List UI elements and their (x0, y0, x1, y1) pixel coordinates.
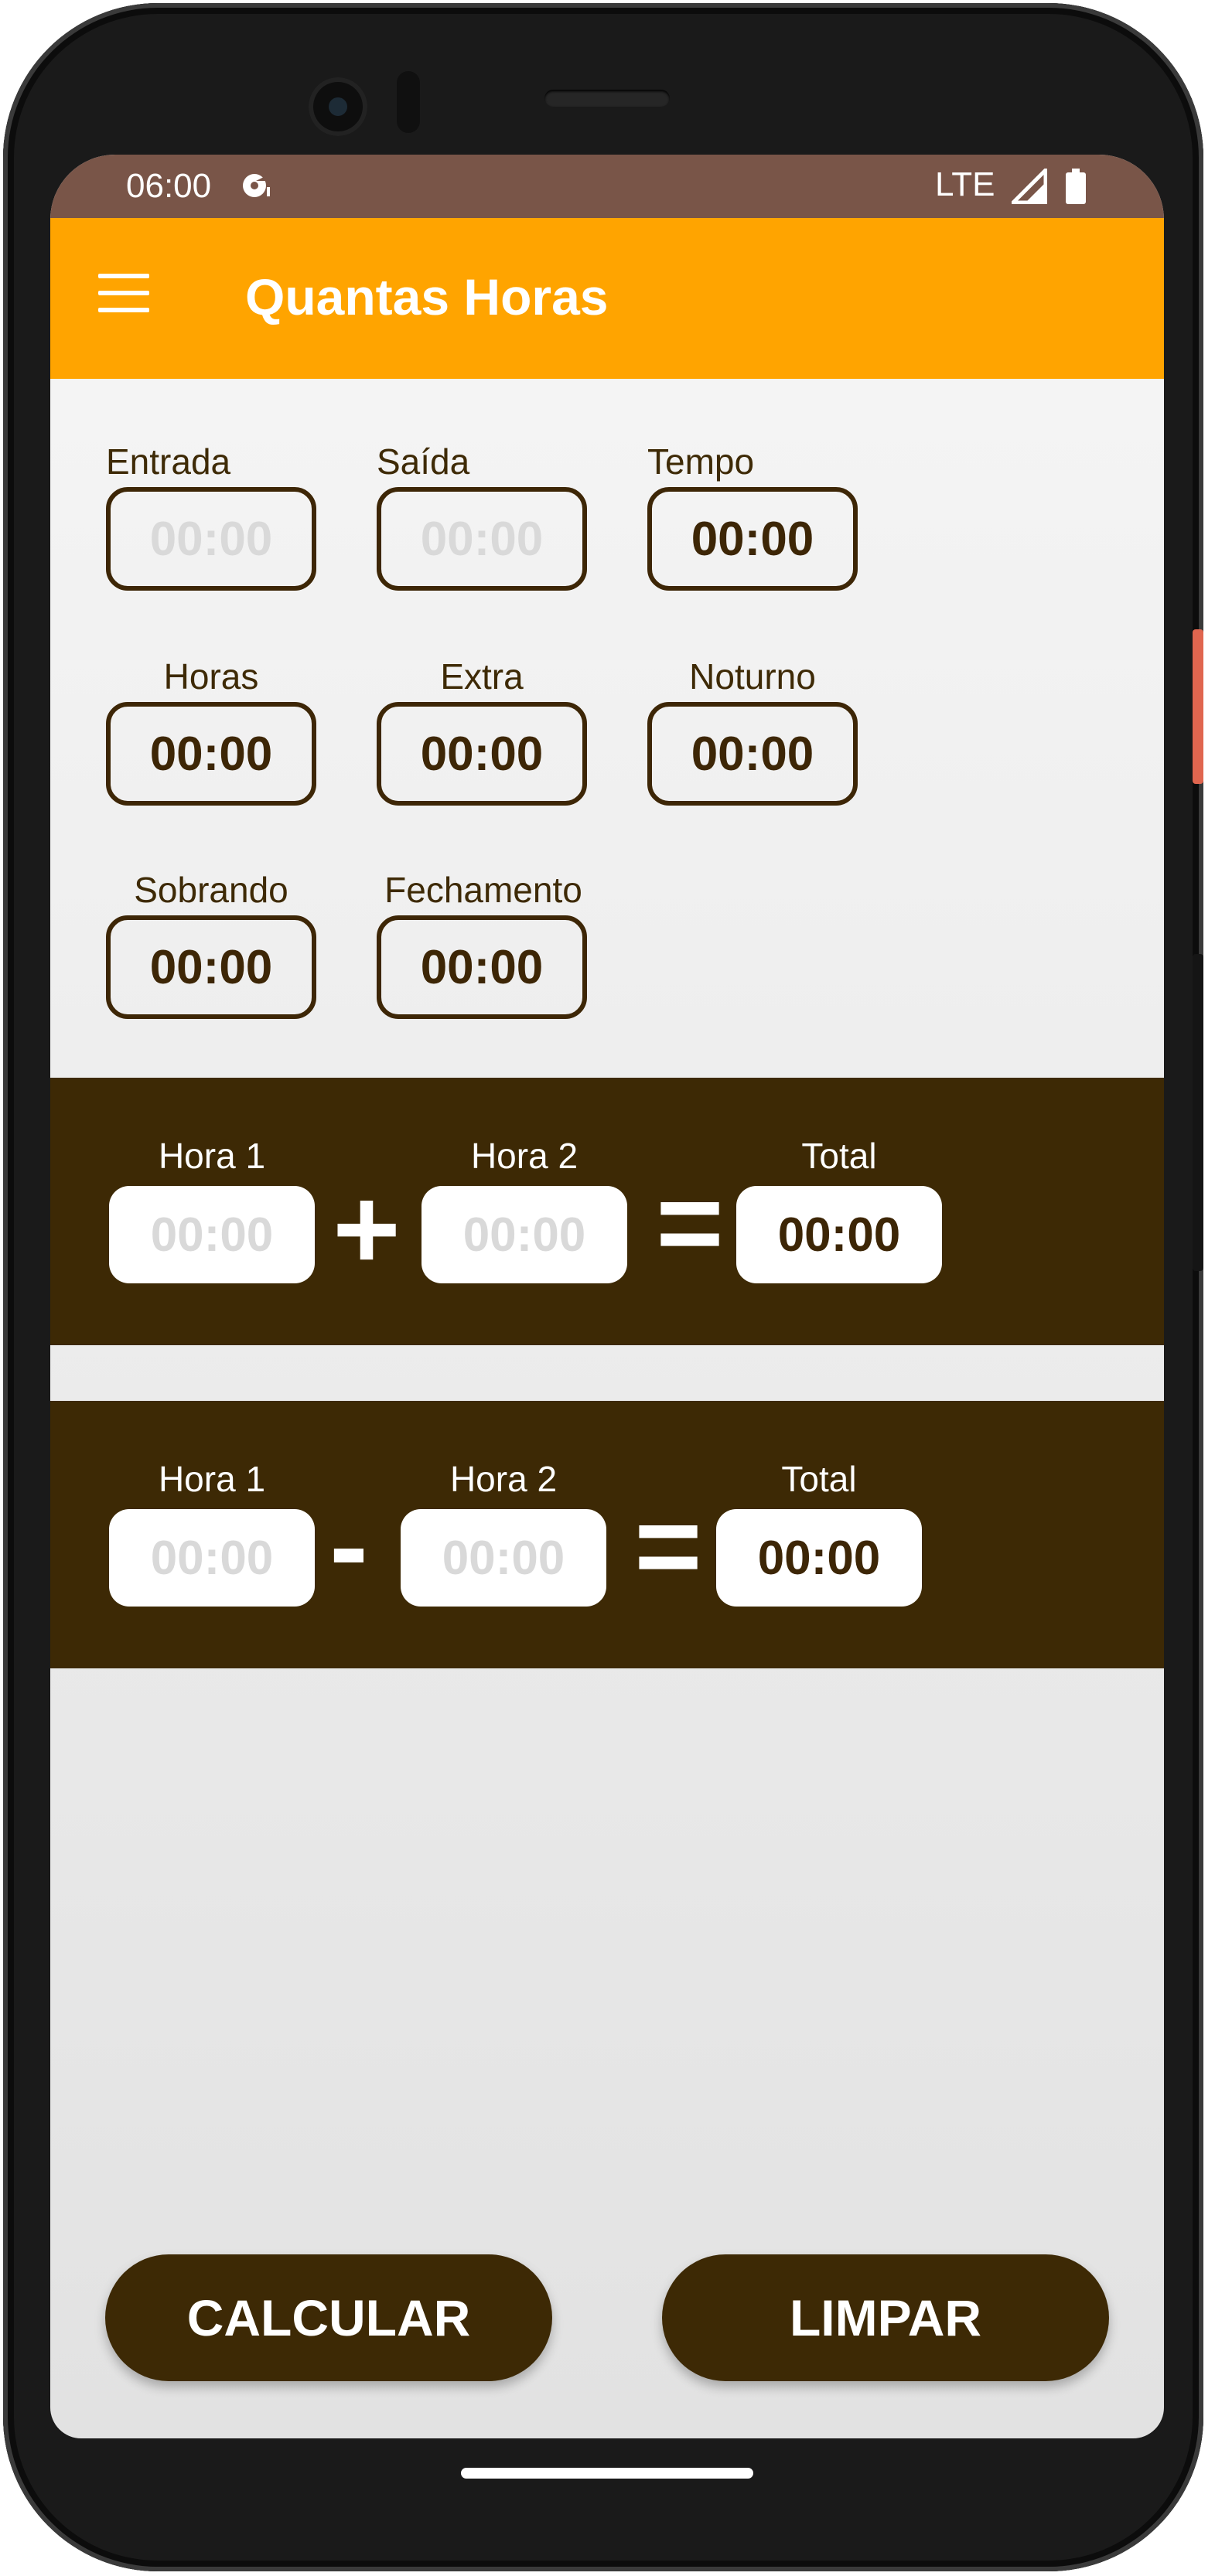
fechamento-label: Fechamento (384, 870, 582, 910)
diff-panel: Hora 1 00:00 - Hora 2 00:00 = Total 00:0… (50, 1401, 1164, 1668)
diff-hora2-label: Hora 2 (449, 1459, 558, 1499)
sobrando-label: Sobrando (134, 870, 288, 910)
tempo-label: Tempo (647, 441, 755, 482)
sum-panel: Hora 1 00:00 + Hora 2 00:00 = Total 00:0… (50, 1078, 1164, 1345)
extra-label: Extra (440, 656, 524, 697)
entrada-input[interactable]: 00:00 (106, 487, 316, 591)
power-button[interactable] (1193, 629, 1203, 784)
diff-equals-sign: = (634, 1481, 702, 1610)
limpar-button[interactable]: LIMPAR (662, 2254, 1109, 2381)
calcular-button[interactable]: CALCULAR (105, 2254, 552, 2381)
fechamento-value: 00:00 (377, 915, 587, 1019)
horas-value: 00:00 (106, 702, 316, 806)
plus-sign: + (333, 1164, 401, 1293)
volume-button[interactable] (1193, 954, 1203, 1271)
app-title: Quantas Horas (245, 268, 609, 325)
app-screen: 06:00 LTE Quantas Horas Entrada 00:00 Sa… (50, 155, 1164, 2438)
diff-total-label: Total (781, 1459, 857, 1499)
sum-total-value: 00:00 (736, 1186, 942, 1283)
saida-label: Saída (377, 441, 470, 482)
tempo-value: 00:00 (647, 487, 858, 591)
sum-hora1-input[interactable]: 00:00 (109, 1186, 315, 1283)
diff-hora1-label: Hora 1 (158, 1459, 266, 1499)
diff-hora2-input[interactable]: 00:00 (401, 1509, 606, 1607)
media-disc-icon (243, 174, 270, 197)
status-time: 06:00 (126, 167, 212, 205)
sum-equals-sign: = (656, 1157, 724, 1287)
noturno-label: Noturno (689, 656, 816, 697)
extra-value: 00:00 (377, 702, 587, 806)
entrada-label: Entrada (106, 441, 231, 482)
sum-hora2-input[interactable]: 00:00 (421, 1186, 627, 1283)
app-bar: Quantas Horas (50, 218, 1164, 379)
noturno-value: 00:00 (647, 702, 858, 806)
phone-frame: 06:00 LTE Quantas Horas Entrada 00:00 Sa… (3, 3, 1203, 2571)
earpiece-speaker (544, 90, 670, 107)
diff-total-value: 00:00 (716, 1509, 922, 1607)
sobrando-value: 00:00 (106, 915, 316, 1019)
network-type: LTE (935, 165, 995, 203)
signal-icon (1012, 169, 1047, 204)
minus-sign: - (329, 1481, 368, 1610)
menu-icon[interactable] (98, 274, 149, 312)
sum-total-label: Total (801, 1136, 877, 1176)
battery-icon (1066, 169, 1086, 204)
horas-label: Horas (163, 656, 259, 697)
status-bar: 06:00 LTE (50, 155, 1164, 218)
front-camera (309, 77, 367, 136)
diff-hora1-input[interactable]: 00:00 (109, 1509, 315, 1607)
home-gesture-bar[interactable] (461, 2468, 753, 2479)
proximity-sensor (397, 71, 420, 133)
saida-input[interactable]: 00:00 (377, 487, 587, 591)
sum-hora2-label: Hora 2 (470, 1136, 578, 1176)
sum-hora1-label: Hora 1 (158, 1136, 266, 1176)
